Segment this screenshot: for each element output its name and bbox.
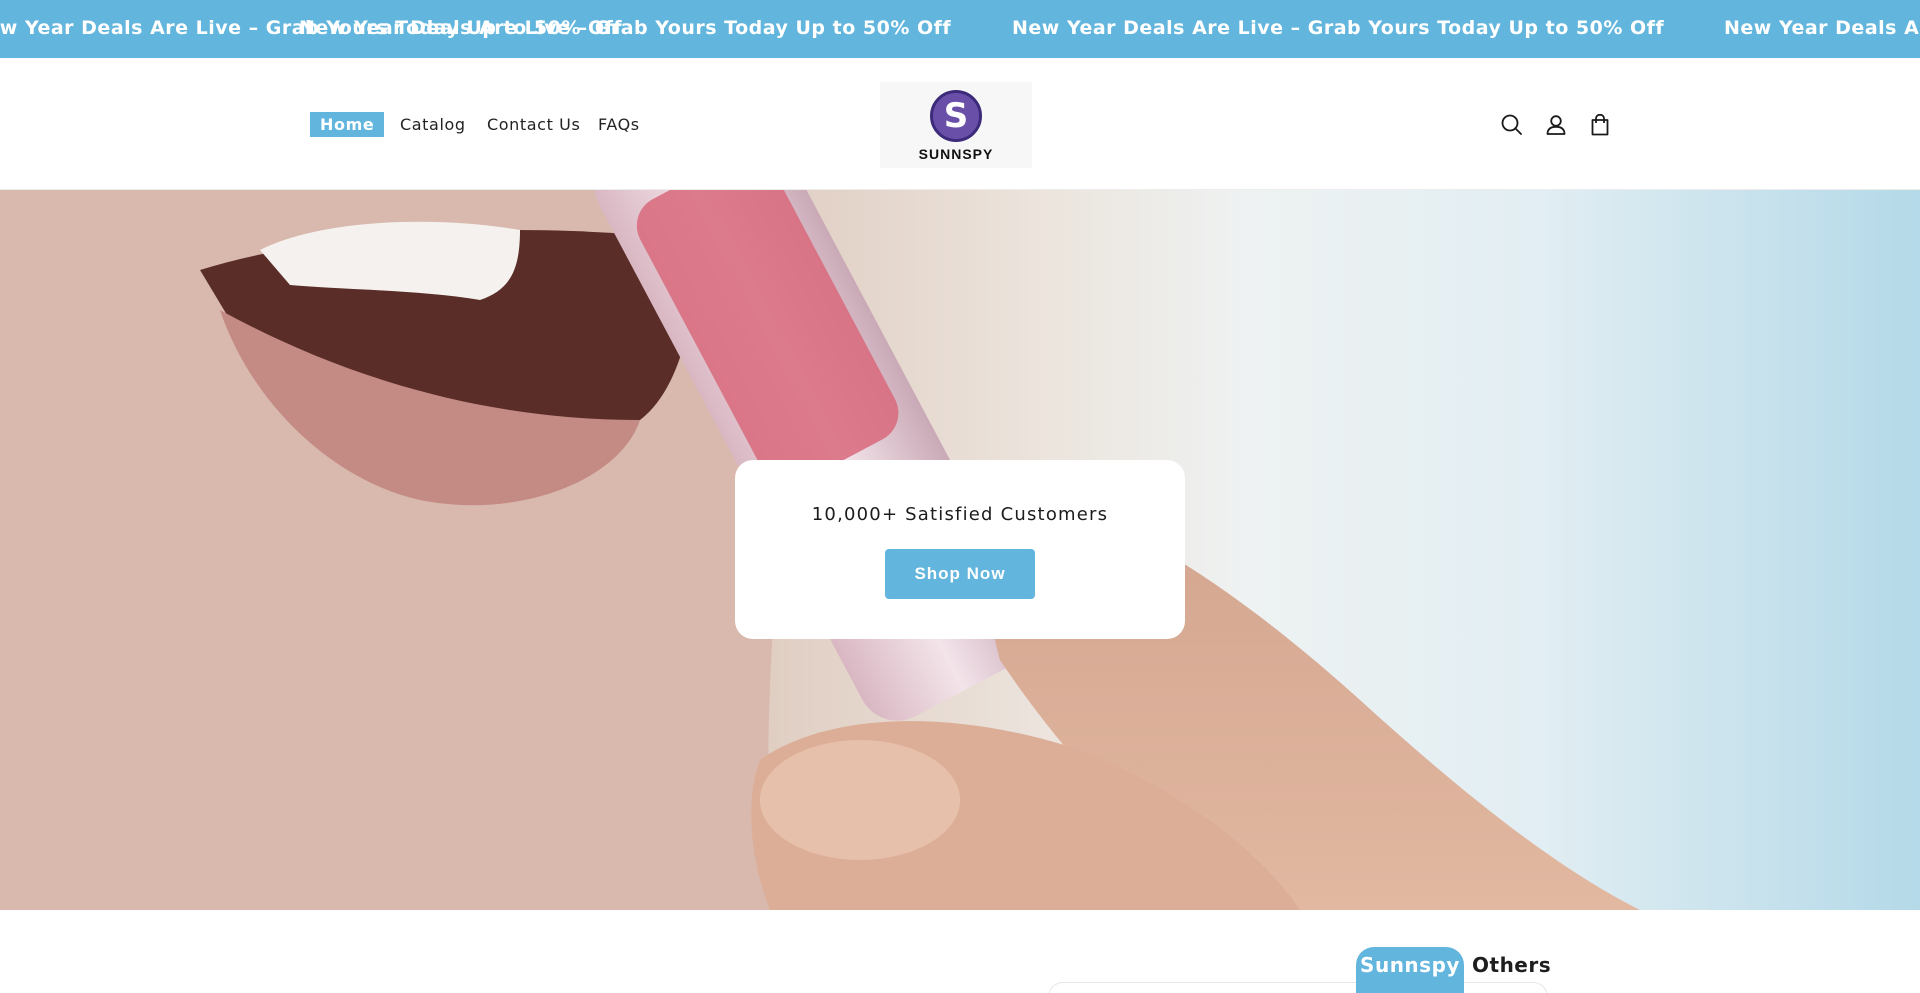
shop-now-button[interactable]: Shop Now xyxy=(885,549,1035,599)
nav-link-contact-us[interactable]: Contact Us xyxy=(487,112,580,137)
hero-banner: 10,000+ Satisfied Customers Shop Now xyxy=(0,190,1920,910)
announcement-text: New Year Deals Are Live – Grab Yours Tod… xyxy=(1012,17,1665,39)
announcement-bar: New Year Deals Are Live – Grab Yours Tod… xyxy=(0,0,1920,58)
tab-others[interactable]: Others xyxy=(1472,947,1551,993)
search-icon[interactable] xyxy=(1497,110,1527,140)
nav-link-faqs[interactable]: FAQs xyxy=(598,112,640,137)
account-icon[interactable] xyxy=(1541,110,1571,140)
logo-text: SUNNSPY xyxy=(918,146,994,162)
site-header: Home Catalog Contact Us FAQs S SUNNSPY xyxy=(0,58,1920,190)
tab-sunnspy[interactable]: Sunnspy xyxy=(1356,947,1464,993)
hero-tagline: 10,000+ Satisfied Customers xyxy=(811,504,1109,525)
announcement-text: New Year Deals Are Live – Grab Yours Tod… xyxy=(1724,17,1920,39)
cart-icon[interactable] xyxy=(1585,110,1615,140)
nav-link-catalog[interactable]: Catalog xyxy=(400,112,466,137)
nav-link-home[interactable]: Home xyxy=(310,112,385,137)
logo-letter: S xyxy=(943,96,969,136)
site-logo[interactable]: S SUNNSPY xyxy=(880,82,1032,168)
hero-card: 10,000+ Satisfied Customers Shop Now xyxy=(735,460,1185,639)
announcement-text: New Year Deals Are Live – Grab Yours Tod… xyxy=(299,17,952,39)
logo-badge: S xyxy=(930,90,982,142)
